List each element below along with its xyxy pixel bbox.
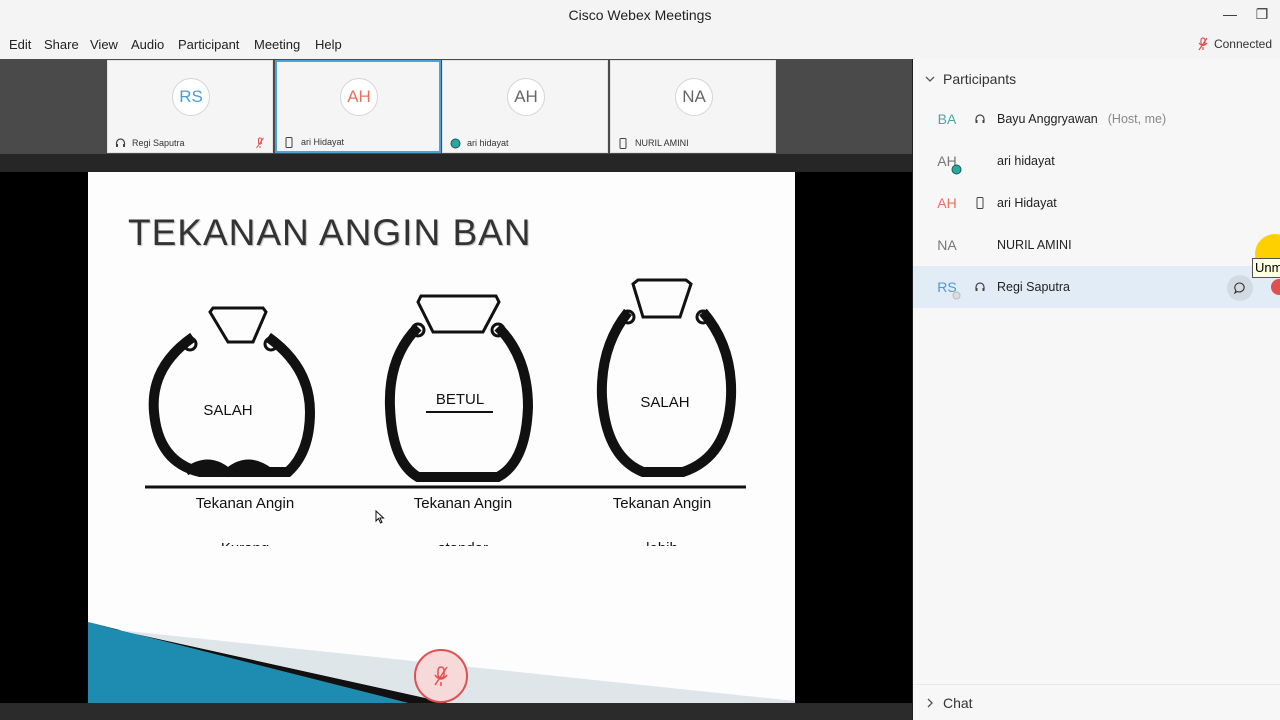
title-bar: Cisco Webex Meetings — ❐: [0, 0, 1280, 32]
tile-label: Regi Saputra: [108, 134, 272, 152]
bottom-bar: [0, 703, 912, 720]
tire-overinflated: [596, 278, 737, 477]
participant-name: NURIL AMINI: [997, 238, 1072, 252]
tile-label: ari hidayat: [443, 134, 607, 152]
chat-section-header[interactable]: Chat: [913, 684, 1280, 720]
video-tile[interactable]: RS Regi Saputra: [107, 60, 273, 153]
mouse-cursor-icon: [375, 510, 385, 524]
participant-name-text: Bayu Anggryawan: [997, 112, 1098, 126]
tile-label: ari Hidayat: [277, 133, 439, 151]
participant-name: Bayu Anggryawan (Host, me): [997, 112, 1166, 126]
main-stage: RS Regi Saputra AH ari Hidayat AH ari hi…: [0, 59, 912, 720]
tire-correct: [384, 294, 534, 482]
headset-icon: [114, 137, 126, 149]
participants-panel: Participants BA Bayu Anggryawan (Host, me…: [913, 59, 1280, 720]
tire-underinflated: [148, 306, 316, 478]
minimize-button[interactable]: —: [1220, 6, 1240, 22]
tire-caption: Tekanan Angin: [613, 495, 711, 512]
menu-audio[interactable]: Audio: [131, 37, 164, 52]
chat-label: Chat: [943, 694, 973, 711]
chat-button[interactable]: [1227, 275, 1253, 301]
tire-caption: Tekanan Angin: [414, 495, 512, 512]
status-dot-icon: [951, 164, 962, 175]
tire-caption-2: standar: [438, 540, 488, 557]
menu-edit[interactable]: Edit: [9, 37, 31, 52]
avatar: BA: [937, 111, 957, 127]
tile-name: ari hidayat: [467, 138, 509, 148]
participant-row[interactable]: BA Bayu Anggryawan (Host, me): [913, 98, 1280, 140]
participant-row-selected[interactable]: RS Regi Saputra: [913, 266, 1280, 308]
mic-muted-icon: [1198, 37, 1208, 51]
menu-bar: Edit Share View Audio Participant Meetin…: [0, 32, 1280, 59]
shared-content-area: TEKANAN ANGIN BAN SALAH BETUL SALAH Teka…: [0, 172, 912, 703]
mic-muted-icon: [434, 666, 448, 686]
phone-icon: [617, 137, 629, 149]
video-strip: RS Regi Saputra AH ari Hidayat AH ari hi…: [0, 59, 912, 154]
chevron-down-icon: [925, 76, 935, 82]
tile-name: NURIL AMINI: [635, 138, 689, 148]
tire-caption: Tekanan Angin: [196, 495, 294, 512]
tile-label: NURIL AMINI: [611, 134, 775, 152]
avatar: NA: [937, 237, 957, 253]
avatar: NA: [675, 78, 713, 116]
headset-icon: [973, 280, 987, 294]
participants-header-label: Participants: [943, 71, 1017, 87]
menu-participant[interactable]: Participant: [178, 37, 239, 52]
video-tile[interactable]: NA NURIL AMINI: [610, 60, 776, 153]
chat-bubble-icon: [1234, 282, 1245, 295]
avatar: AH: [507, 78, 545, 116]
participant-role: (Host, me): [1107, 112, 1167, 126]
mic-muted-icon: [254, 137, 266, 149]
tire-caption-2: Kurang: [221, 540, 269, 557]
video-tile[interactable]: AH ari hidayat: [442, 60, 608, 153]
participant-row[interactable]: NA NURIL AMINI: [913, 224, 1280, 266]
phone-icon: [283, 136, 295, 148]
unmute-button[interactable]: [414, 649, 468, 703]
window-title: Cisco Webex Meetings: [568, 7, 712, 23]
status-dot-icon: [952, 291, 961, 300]
menu-meeting[interactable]: Meeting: [254, 37, 300, 52]
menu-share[interactable]: Share: [44, 37, 79, 52]
mute-toggle-button[interactable]: [1271, 279, 1280, 295]
menu-help[interactable]: Help: [315, 37, 342, 52]
participant-row[interactable]: AH ari hidayat: [913, 140, 1280, 182]
tire-label: SALAH: [640, 394, 689, 411]
connection-status: Connected: [1198, 37, 1272, 51]
avatar: AH: [937, 195, 957, 211]
restore-button[interactable]: ❐: [1252, 6, 1272, 23]
participant-name: ari hidayat: [997, 154, 1055, 168]
tile-name: ari Hidayat: [301, 137, 345, 147]
status-dot-icon: [449, 137, 461, 149]
tire-label: BETUL: [436, 391, 484, 408]
shared-slide: TEKANAN ANGIN BAN SALAH BETUL SALAH Teka…: [88, 172, 795, 703]
headset-icon: [973, 112, 987, 126]
tire-label: SALAH: [203, 402, 252, 419]
avatar: AH: [340, 78, 378, 116]
phone-icon: [973, 196, 987, 210]
participant-name: ari Hidayat: [997, 196, 1057, 210]
connection-status-text: Connected: [1213, 37, 1272, 51]
tire-diagram: SALAH BETUL SALAH Tekanan Angin Tekanan …: [88, 278, 795, 703]
menu-view[interactable]: View: [90, 37, 118, 52]
video-tile-active[interactable]: AH ari Hidayat: [275, 60, 441, 153]
avatar: RS: [172, 78, 210, 116]
tile-name: Regi Saputra: [132, 138, 185, 148]
chevron-right-icon: [927, 698, 933, 707]
tire-caption-2: lebih: [646, 540, 678, 557]
participant-row[interactable]: AH ari Hidayat: [913, 182, 1280, 224]
participant-name: Regi Saputra: [997, 280, 1070, 294]
unmute-tooltip: Unmute: [1252, 258, 1280, 278]
participants-header[interactable]: Participants: [913, 59, 1280, 99]
